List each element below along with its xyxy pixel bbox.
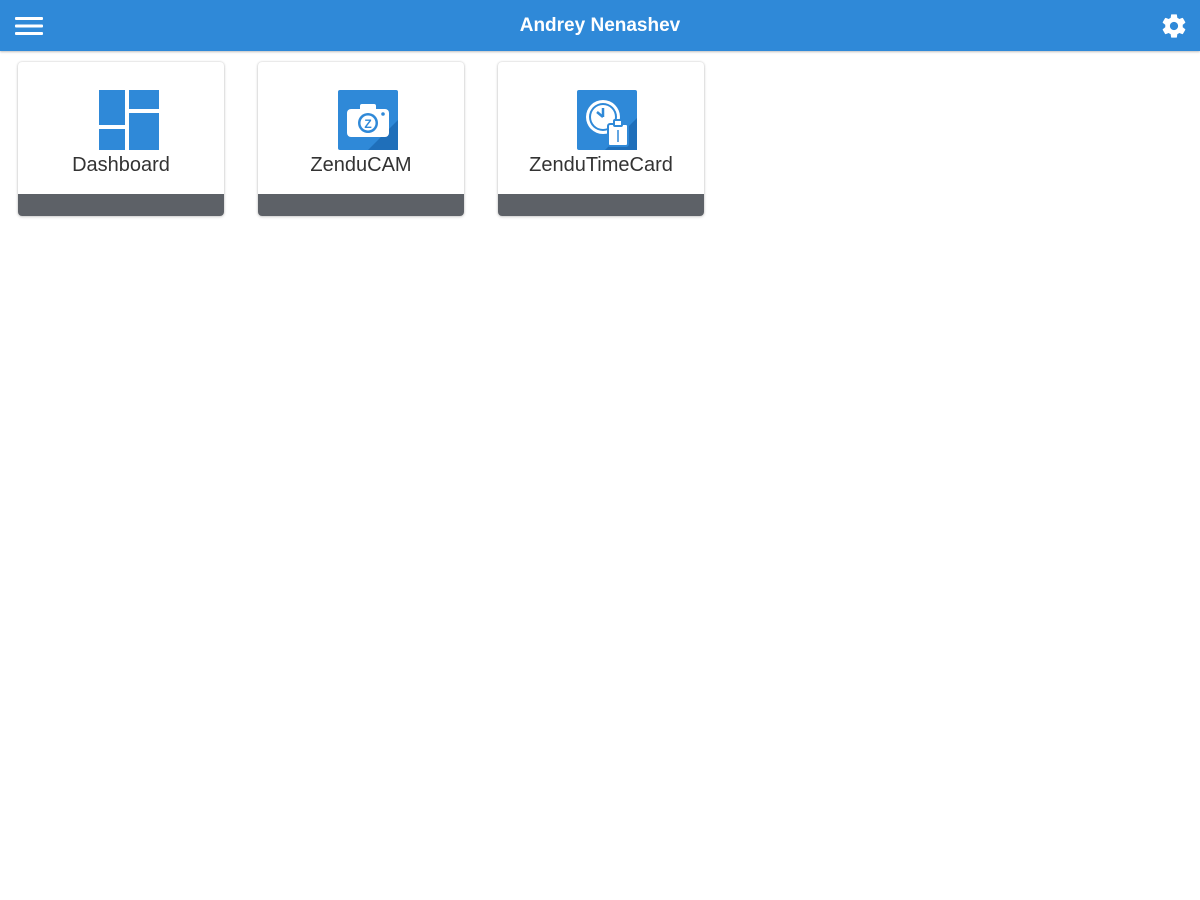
tile-label: Dashboard [72,154,170,176]
tile-zenducam[interactable]: Z ZenduCAM [258,62,464,216]
timecard-clock-icon [577,90,637,150]
app-bar: Andrey Nenashev [0,0,1200,51]
camera-icon: Z [338,90,398,150]
menu-button[interactable] [10,8,48,44]
tile-dashboard[interactable]: Dashboard [18,62,224,216]
tile-footer [498,194,704,216]
svg-text:Z: Z [364,117,371,131]
app-tile-grid: Dashboard Z ZenduCAM ZenduTimeCard [18,62,704,216]
tile-label: ZenduCAM [310,154,412,176]
hamburger-menu-icon [15,17,43,35]
settings-button[interactable] [1156,8,1192,44]
tile-zendutimecard[interactable]: ZenduTimeCard [498,62,704,216]
gear-icon [1162,14,1186,38]
page-title: Andrey Nenashev [519,15,681,36]
tile-footer [18,194,224,216]
tile-footer [258,194,464,216]
tile-label: ZenduTimeCard [529,154,673,176]
dashboard-icon [99,90,159,150]
